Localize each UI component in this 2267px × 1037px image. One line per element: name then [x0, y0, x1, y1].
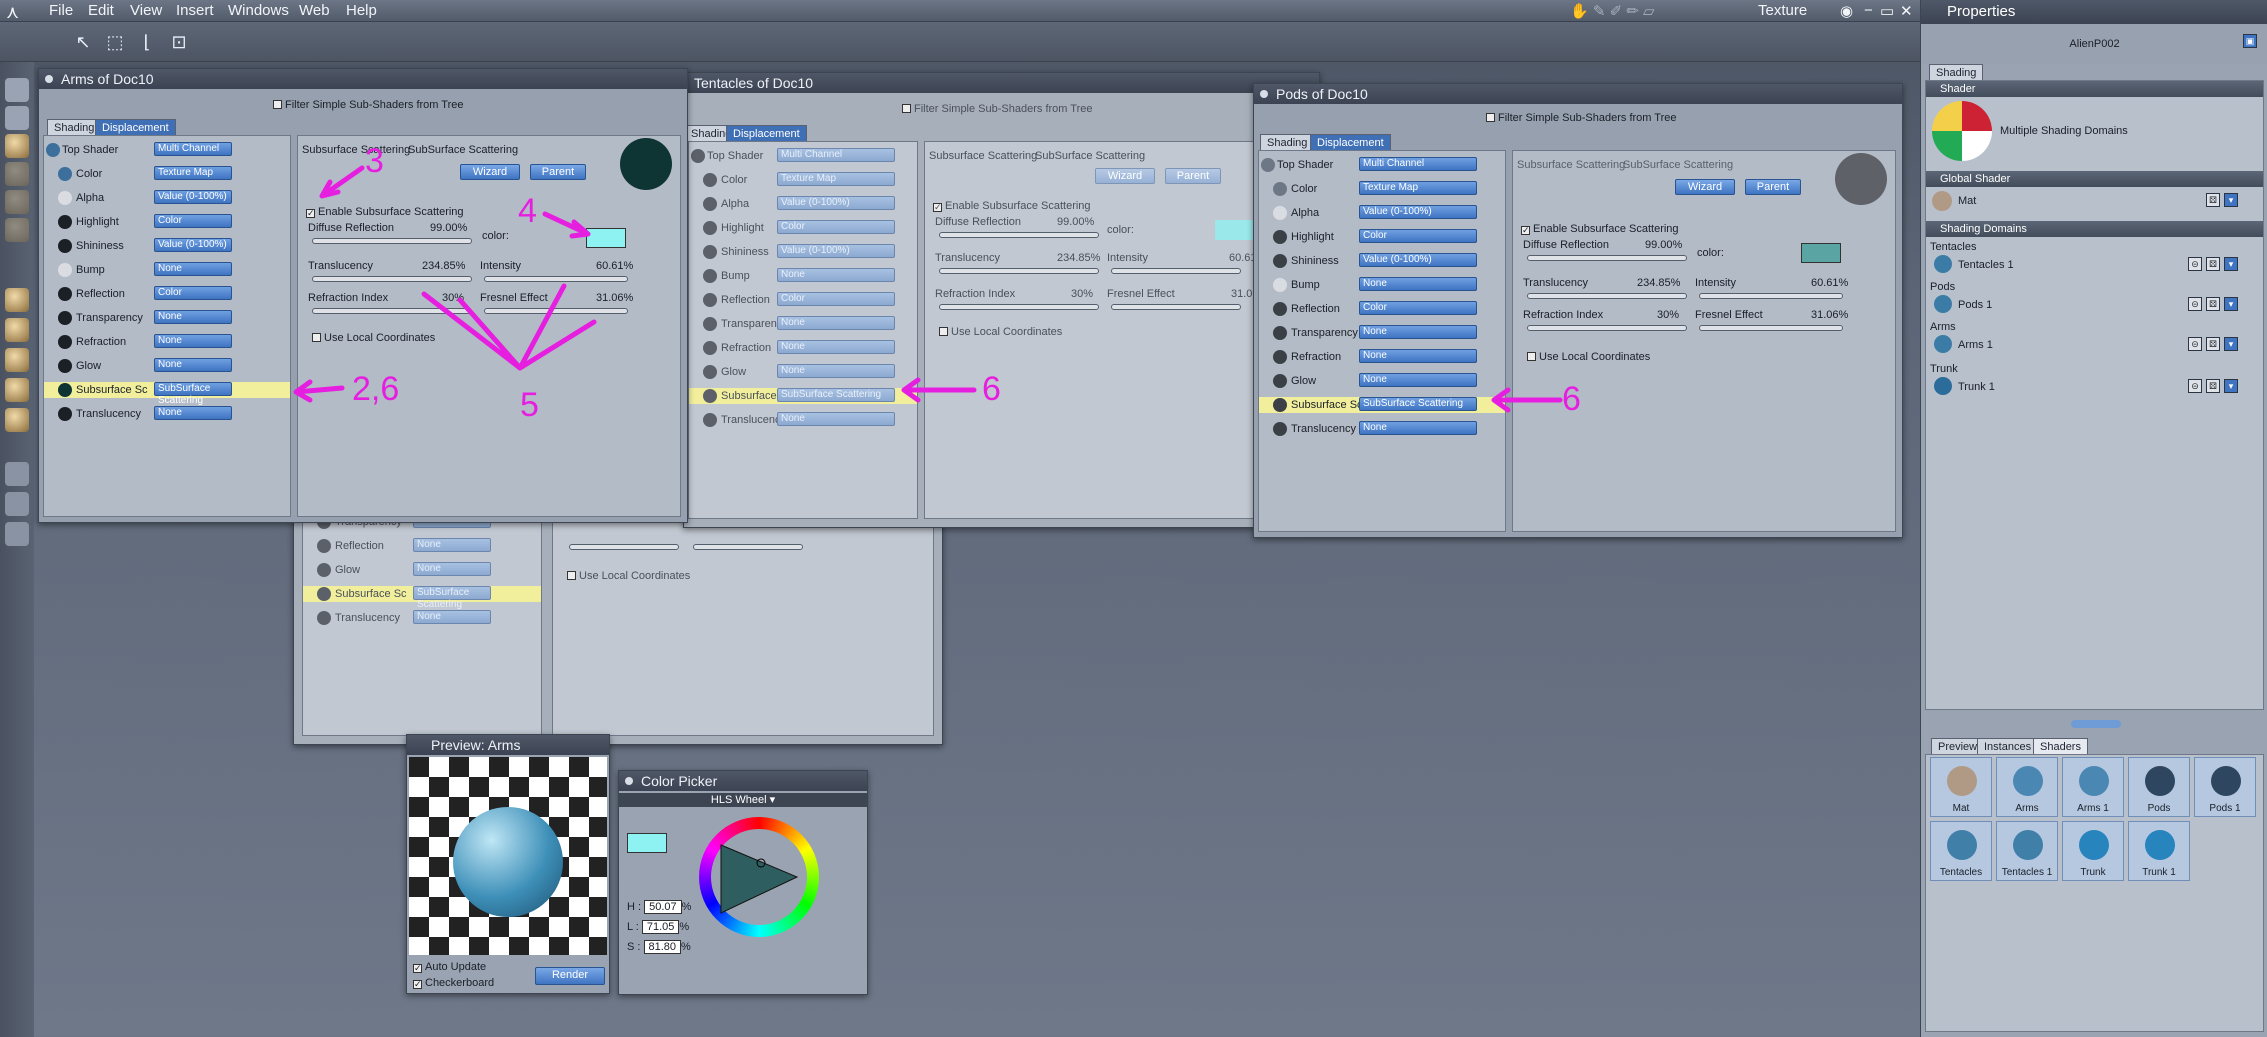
arms-ball [1934, 335, 1952, 353]
pods-menu-icon[interactable]: ▾ [2224, 297, 2238, 311]
tentacles-ball [1934, 255, 1952, 273]
arrow-3 [319, 165, 365, 199]
bottom-tab-shaders[interactable]: Shaders [2033, 738, 2088, 754]
domain-arms-1[interactable]: Arms 1 [1958, 339, 1993, 351]
trunk-link-icon[interactable]: ⊝ [2188, 379, 2202, 393]
thumb-mat[interactable]: Mat [1930, 757, 1992, 817]
panel-resize-handle[interactable] [2071, 720, 2121, 728]
thumb-trunk-1[interactable]: Trunk 1 [2128, 821, 2190, 881]
group-tentacles: Tentacles [1930, 241, 1977, 253]
arrow-2-6 [293, 379, 345, 403]
domain-trunk-1[interactable]: Trunk 1 [1958, 381, 1995, 393]
properties-title: Properties [1921, 0, 2267, 24]
thumb-arms[interactable]: Arms [1996, 757, 2058, 817]
mat-ball [1932, 191, 1952, 211]
tentacles-menu-icon[interactable]: ▾ [2224, 257, 2238, 271]
thumb-pods-1[interactable]: Pods 1 [2194, 757, 2256, 817]
thumb-tentacles-1[interactable]: Tentacles 1 [1996, 821, 2058, 881]
properties-panel: Properties AlienP002 ▣ Shading Shader Mu… [1920, 0, 2267, 1037]
group-trunk: Trunk [1930, 363, 1958, 375]
tentacles-link-icon[interactable]: ⊝ [2188, 257, 2202, 271]
annotation-3: 3 [365, 142, 384, 180]
properties-tab-shading[interactable]: Shading [1929, 64, 1984, 80]
thumb-pods[interactable]: Pods [2128, 757, 2190, 817]
pods-link-icon[interactable]: ⊝ [2188, 297, 2202, 311]
thumb-trunk[interactable]: Trunk [2062, 821, 2124, 881]
pods-ball [1934, 295, 1952, 313]
domain-pods-1[interactable]: Pods 1 [1958, 299, 1992, 311]
properties-object-name: AlienP002 [1921, 24, 2267, 64]
group-pods: Pods [1930, 281, 1956, 293]
global-shader-name: Mat [1958, 195, 1977, 207]
arrow-6-left [901, 377, 977, 403]
trunk-ball [1934, 377, 1952, 395]
arms-menu-icon[interactable]: ▾ [2224, 337, 2238, 351]
multi-domain-shader-ball [1932, 101, 1992, 161]
arrow-6-right [1491, 387, 1563, 413]
global-menu-icon[interactable]: ▾ [2224, 193, 2238, 207]
annotation-6-left: 6 [982, 370, 1001, 408]
trunk-dice-icon[interactable]: ⚄ [2206, 379, 2220, 393]
global-dice-icon[interactable]: ⚄ [2206, 193, 2220, 207]
arrow-4 [542, 211, 591, 239]
arms-dice-icon[interactable]: ⚄ [2206, 337, 2220, 351]
tentacles-dice-icon[interactable]: ⚄ [2206, 257, 2220, 271]
arms-link-icon[interactable]: ⊝ [2188, 337, 2202, 351]
group-arms: Arms [1930, 321, 1956, 333]
bottom-tab-instances[interactable]: Instances [1977, 738, 2039, 754]
annotation-5: 5 [520, 386, 539, 424]
pods-dice-icon[interactable]: ⚄ [2206, 297, 2220, 311]
arrow-5 [421, 283, 597, 371]
shader-thumbnails: Mat Arms Arms 1 Pods Pods 1 Tentacles Te… [1925, 754, 2264, 1032]
shader-name: Multiple Shading Domains [2000, 125, 2128, 137]
global-shader-header[interactable]: Global Shader [1926, 171, 2263, 187]
annotation-6-right: 6 [1562, 380, 1581, 418]
shader-header[interactable]: Shader [1926, 81, 2263, 97]
annotation-2-6: 2,6 [352, 370, 400, 408]
thumb-arms-1[interactable]: Arms 1 [2062, 757, 2124, 817]
domain-tentacles-1[interactable]: Tentacles 1 [1958, 259, 2014, 271]
trunk-menu-icon[interactable]: ▾ [2224, 379, 2238, 393]
annotation-4: 4 [518, 192, 537, 230]
thumb-tentacles[interactable]: Tentacles [1930, 821, 1992, 881]
properties-menu-icon[interactable]: ▣ [2243, 34, 2257, 48]
properties-content: Shader Multiple Shading Domains Global S… [1925, 80, 2264, 710]
domains-header[interactable]: Shading Domains [1926, 221, 2263, 237]
